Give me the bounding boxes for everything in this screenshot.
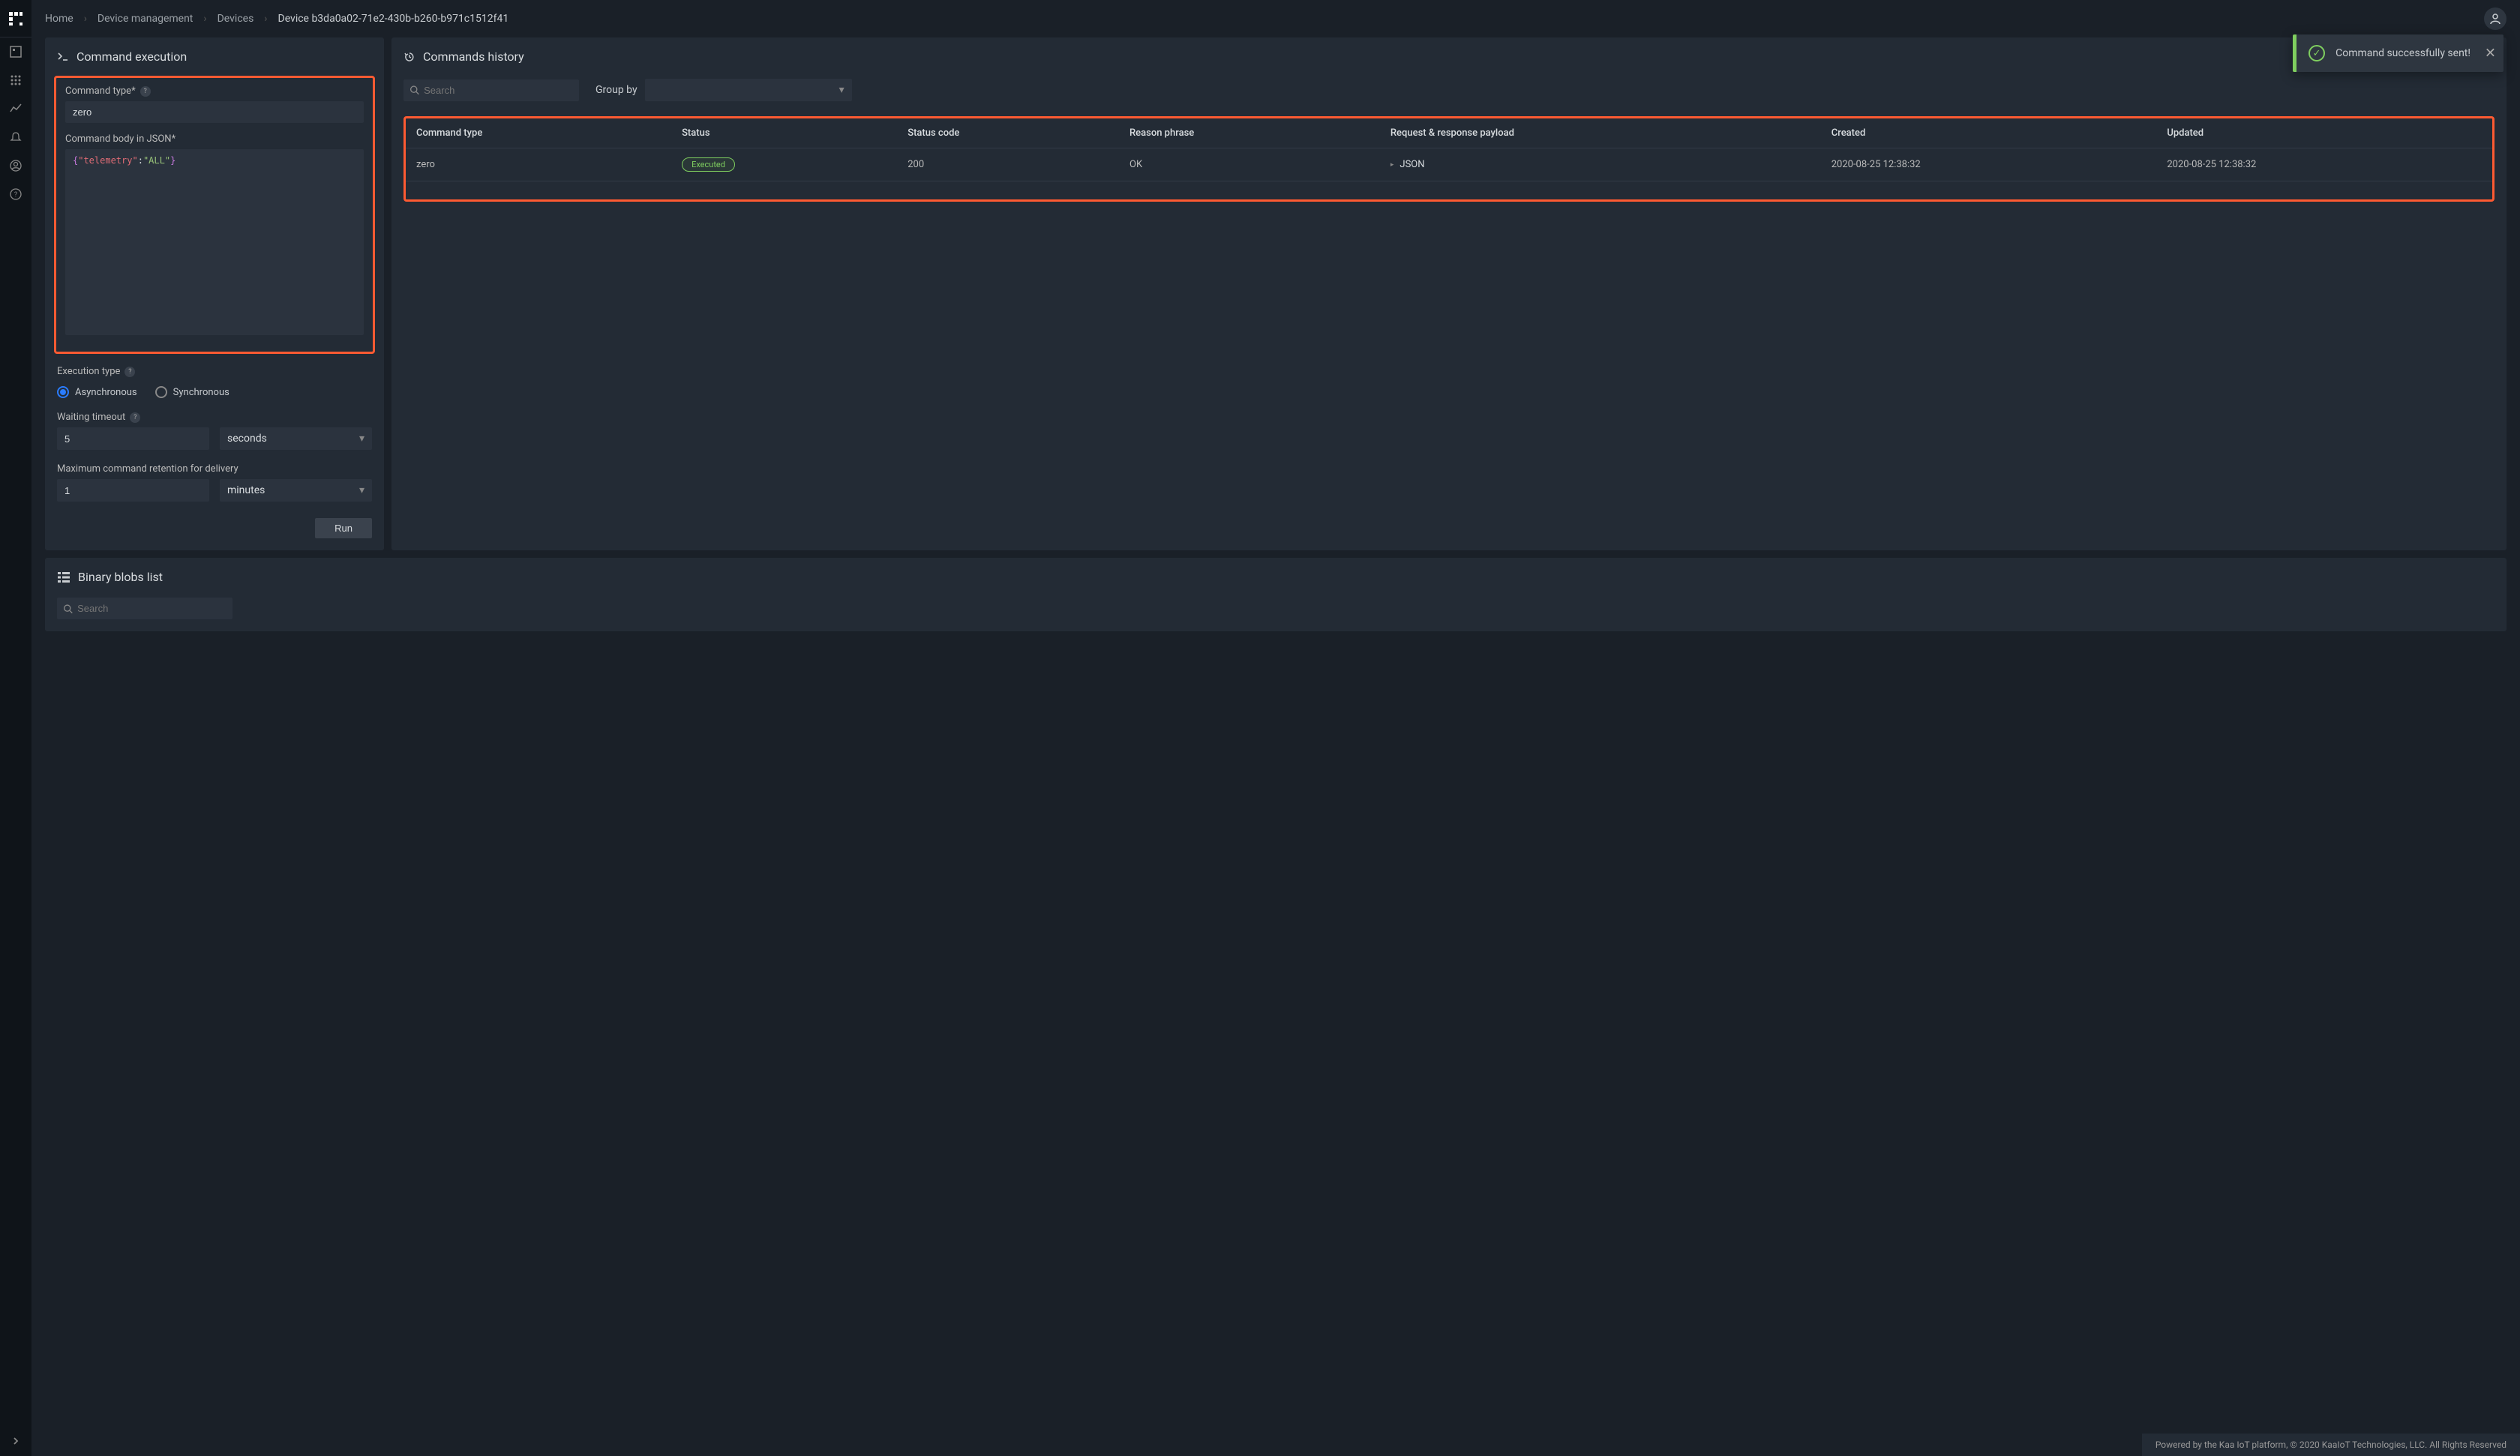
command-body-label: Command body in JSON* <box>65 133 364 145</box>
search-icon <box>63 604 73 614</box>
sidebar-expand-button[interactable] <box>0 1426 32 1456</box>
status-badge: Executed <box>682 157 735 172</box>
nav-analytics-icon[interactable] <box>0 94 32 123</box>
terminal-icon <box>57 51 69 63</box>
waiting-timeout-label: Waiting timeout ? <box>57 412 372 423</box>
search-icon <box>410 85 419 95</box>
col-status-code[interactable]: Status code <box>897 118 1119 148</box>
waiting-timeout-input[interactable] <box>57 427 209 450</box>
cell-status-code: 200 <box>897 148 1119 181</box>
breadcrumb-device-management[interactable]: Device management <box>98 13 193 25</box>
cell-reason-phrase: OK <box>1119 148 1380 181</box>
help-icon[interactable]: ? <box>124 367 135 377</box>
blobs-search-input[interactable] <box>73 598 226 619</box>
history-search-input[interactable] <box>419 79 573 101</box>
col-updated[interactable]: Updated <box>2156 118 2492 148</box>
max-retention-input[interactable] <box>57 479 209 502</box>
toast-close-button[interactable]: ✕ <box>2485 46 2496 61</box>
breadcrumb-current: Device b3da0a02-71e2-430b-b260-b971c1512… <box>278 13 509 25</box>
cell-command-type: zero <box>406 148 671 181</box>
max-retention-label: Maximum command retention for delivery <box>57 463 372 475</box>
nav-alerts-icon[interactable] <box>0 123 32 151</box>
footer: Powered by the Kaa IoT platform, © 2020 … <box>2142 1434 2520 1456</box>
person-icon <box>2489 13 2501 25</box>
chevron-down-icon: ▾ <box>359 484 364 496</box>
nav-help-icon[interactable]: ? <box>0 180 32 208</box>
footer-text: Powered by the Kaa IoT platform, © 2020 … <box>2156 1440 2506 1450</box>
nav-account-icon[interactable] <box>0 151 32 180</box>
logo[interactable] <box>0 0 32 37</box>
cell-created: 2020-08-25 12:38:32 <box>1821 148 2157 181</box>
payload-toggle[interactable]: ▸ JSON <box>1390 159 1810 170</box>
chevron-down-icon: ▾ <box>839 84 844 96</box>
col-payload[interactable]: Request & response payload <box>1380 118 1821 148</box>
cell-status: Executed <box>671 148 897 181</box>
history-search-wrap <box>404 79 579 101</box>
breadcrumb-devices[interactable]: Devices <box>218 13 254 25</box>
commands-history-panel: Commands history Group by ▾ <box>392 37 2506 550</box>
sidebar: ? <box>0 0 32 1456</box>
col-status[interactable]: Status <box>671 118 897 148</box>
toast-message: Command successfully sent! <box>2336 47 2470 59</box>
cell-payload: ▸ JSON <box>1380 148 1821 181</box>
chevron-right-icon: › <box>84 13 87 25</box>
list-icon <box>57 571 70 584</box>
chevron-down-icon: ▾ <box>359 433 364 445</box>
max-retention-unit-select[interactable]: minutes ▾ <box>220 479 372 502</box>
commands-history-title: Commands history <box>423 49 524 64</box>
binary-blobs-panel: Binary blobs list <box>45 558 2506 631</box>
run-button[interactable]: Run <box>315 518 372 538</box>
success-toast: ✓ Command successfully sent! ✕ <box>2293 34 2504 72</box>
chevron-right-icon: › <box>264 13 267 25</box>
col-reason-phrase[interactable]: Reason phrase <box>1119 118 1380 148</box>
nav-apps-icon[interactable] <box>0 66 32 94</box>
logo-icon <box>9 12 22 25</box>
command-definition-highlight: Command type* ? Command body in JSON* {"… <box>54 76 375 354</box>
binary-blobs-title: Binary blobs list <box>78 570 163 584</box>
command-execution-panel: Command execution Command type* ? Comman… <box>45 37 384 550</box>
cell-updated: 2020-08-25 12:38:32 <box>2156 148 2492 181</box>
group-by-label: Group by <box>596 84 638 96</box>
execution-type-async-radio[interactable]: Asynchronous <box>57 386 137 398</box>
execution-type-sync-radio[interactable]: Synchronous <box>155 386 230 398</box>
caret-right-icon: ▸ <box>1390 161 1394 169</box>
command-execution-title: Command execution <box>76 49 187 64</box>
history-icon <box>404 51 416 63</box>
help-icon[interactable]: ? <box>130 412 140 423</box>
topbar: Home › Device management › Devices › Dev… <box>32 0 2520 37</box>
svg-text:?: ? <box>14 191 17 199</box>
waiting-timeout-unit-select[interactable]: seconds ▾ <box>220 427 372 450</box>
help-icon[interactable]: ? <box>140 86 151 97</box>
col-command-type[interactable]: Command type <box>406 118 671 148</box>
nav-dashboard-icon[interactable] <box>0 37 32 66</box>
command-type-input[interactable] <box>65 101 364 123</box>
check-circle-icon: ✓ <box>2308 45 2325 61</box>
history-row[interactable]: zero Executed 200 OK ▸ JSON 2020-08-25 1… <box>406 148 2492 181</box>
history-table: Command type Status Status code Reason p… <box>406 118 2492 199</box>
chevron-right-icon: › <box>203 13 206 25</box>
user-menu-button[interactable] <box>2484 7 2506 30</box>
col-created[interactable]: Created <box>1821 118 2157 148</box>
execution-type-label: Execution type ? <box>57 366 372 377</box>
breadcrumb: Home › Device management › Devices › Dev… <box>45 13 508 25</box>
history-table-highlight: Command type Status Status code Reason p… <box>404 116 2494 202</box>
command-type-label: Command type* ? <box>65 85 364 97</box>
group-by-select[interactable]: ▾ <box>645 79 852 101</box>
main-content: Command execution Command type* ? Comman… <box>32 37 2520 1456</box>
breadcrumb-home[interactable]: Home <box>45 13 74 25</box>
command-body-editor[interactable]: {"telemetry":"ALL"} <box>65 149 364 335</box>
